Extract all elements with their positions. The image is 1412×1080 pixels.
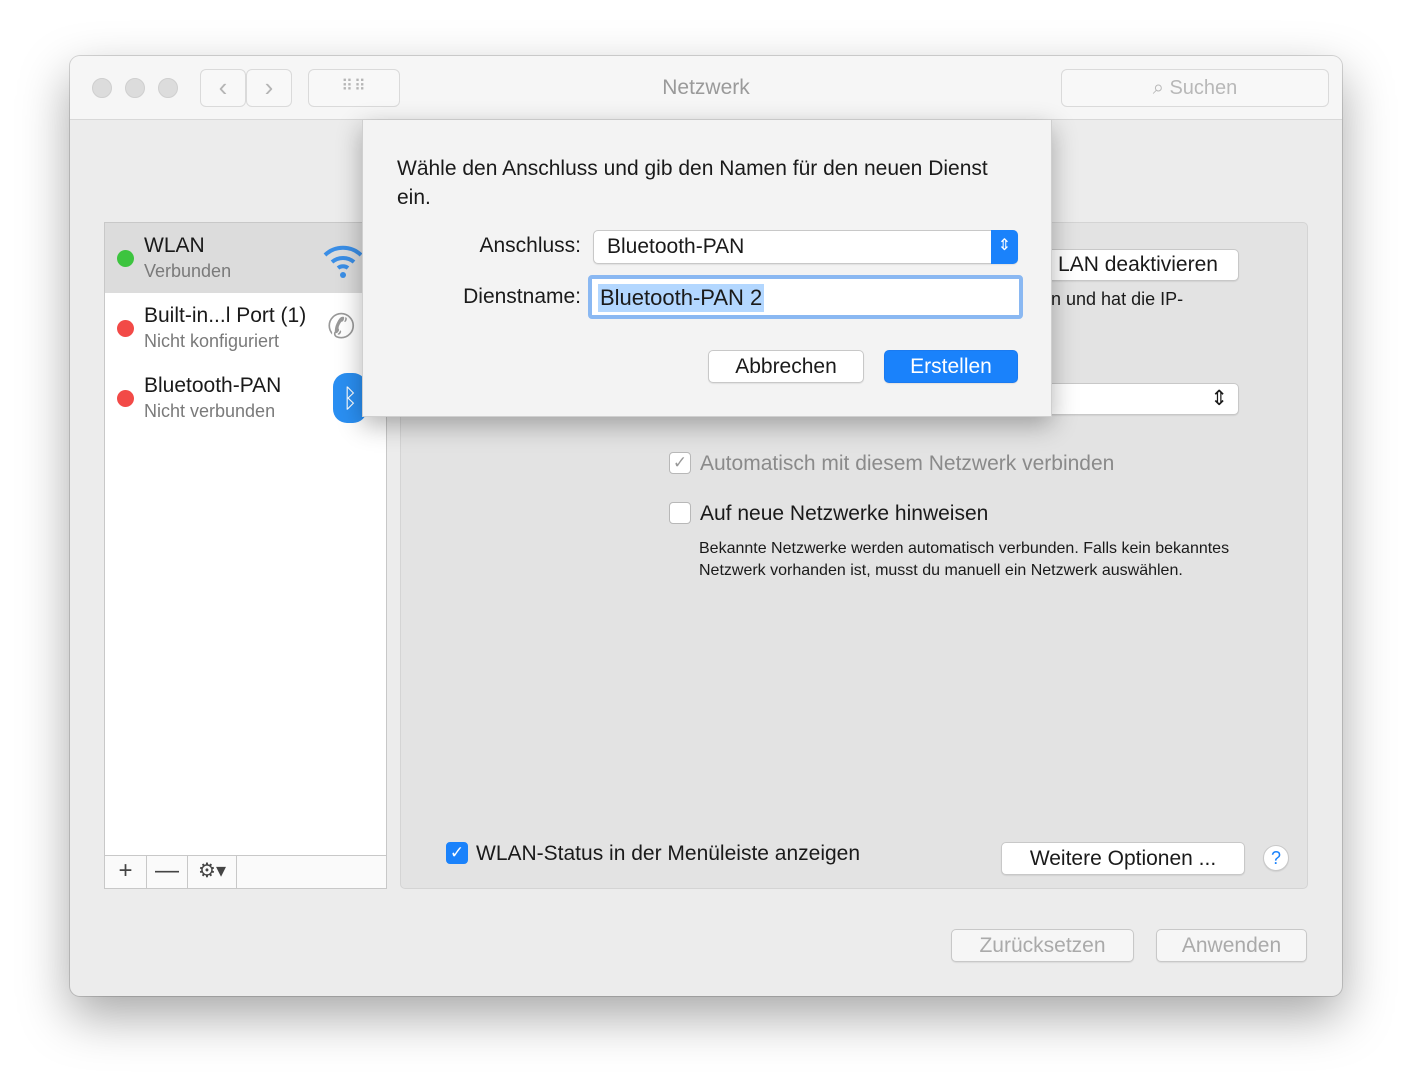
updown-chevron-icon: ⇕ (991, 230, 1018, 264)
phone-icon: ✆ (327, 308, 356, 346)
list-toolbar: + — ⚙▾ (105, 855, 386, 888)
service-name-input[interactable]: Bluetooth-PAN 2 (588, 275, 1023, 319)
cancel-button[interactable]: Abbrechen (708, 350, 864, 383)
apply-button[interactable]: Anwenden (1156, 929, 1307, 962)
sheet-message: Wähle den Anschluss und gib den Namen fü… (397, 157, 988, 209)
show-status-checkbox[interactable]: ✓ (446, 842, 468, 864)
ask-new-networks-checkbox[interactable] (669, 502, 691, 524)
auto-connect-checkbox[interactable]: ✓ (669, 452, 691, 474)
service-status: Nicht verbunden (144, 401, 276, 421)
auto-connect-label: Automatisch mit diesem Netzwerk verbinde… (700, 452, 1115, 475)
new-service-sheet: Wähle den Anschluss und gib den Namen fü… (362, 120, 1052, 417)
create-button[interactable]: Erstellen (884, 350, 1018, 383)
service-name: Bluetooth-PAN (144, 374, 282, 397)
more-options-button[interactable]: Weitere Optionen ... (1001, 842, 1245, 875)
service-item-bluetooth-pan[interactable]: Bluetooth-PAN Nicht verbunden ᛒ (105, 363, 386, 433)
service-name-value: Bluetooth-PAN 2 (598, 284, 765, 312)
service-list: WLAN Verbunden Built-in...l Port (1) Nic… (104, 222, 387, 889)
remove-service-button[interactable]: — (147, 856, 188, 888)
status-text: n und hat die IP- (1051, 289, 1184, 309)
help-button[interactable]: ? (1263, 845, 1289, 871)
ask-new-networks-label: Auf neue Netzwerke hinweisen (700, 502, 989, 525)
service-name-label: Dienstname: (463, 285, 581, 308)
network-name-select[interactable]: ⇕ (1037, 383, 1239, 415)
interface-select[interactable]: Bluetooth-PAN ⇕ (593, 230, 1018, 264)
wifi-icon (323, 245, 363, 278)
action-menu-button[interactable]: ⚙▾ (188, 856, 237, 888)
search-icon: ⌕ (1152, 77, 1170, 99)
interface-value: Bluetooth-PAN (607, 235, 745, 258)
updown-chevron-icon: ⇕ (1210, 387, 1228, 410)
add-service-button[interactable]: + (105, 856, 147, 888)
status-dot (117, 250, 134, 267)
ask-new-networks-help: Bekannte Netzwerke werden automatisch ve… (699, 540, 1230, 579)
status-dot (117, 390, 134, 407)
search-placeholder: Suchen (1169, 77, 1238, 99)
toggle-wlan-button[interactable]: LAN deaktivieren (1037, 249, 1239, 281)
status-dot (117, 320, 134, 337)
service-name: Built-in...l Port (1) (144, 304, 307, 327)
service-item-wlan[interactable]: WLAN Verbunden (105, 223, 386, 293)
title-bar: ‹ › ⠿⠿ Netzwerk ⌕ Suchen (70, 56, 1342, 120)
service-status: Nicht konfiguriert (144, 331, 280, 351)
show-status-label: WLAN-Status in der Menüleiste anzeigen (476, 842, 861, 865)
search-input[interactable]: ⌕ Suchen (1061, 69, 1329, 107)
interface-label: Anschluss: (479, 234, 581, 257)
service-status: Verbunden (144, 261, 232, 281)
network-window: ‹ › ⠿⠿ Netzwerk ⌕ Suchen WLAN Verbunden … (70, 56, 1342, 996)
revert-button[interactable]: Zurücksetzen (951, 929, 1134, 962)
gear-icon: ⚙▾ (198, 860, 226, 882)
service-name: WLAN (144, 234, 205, 257)
service-item-builtin-port[interactable]: Built-in...l Port (1) Nicht konfiguriert… (105, 293, 386, 363)
